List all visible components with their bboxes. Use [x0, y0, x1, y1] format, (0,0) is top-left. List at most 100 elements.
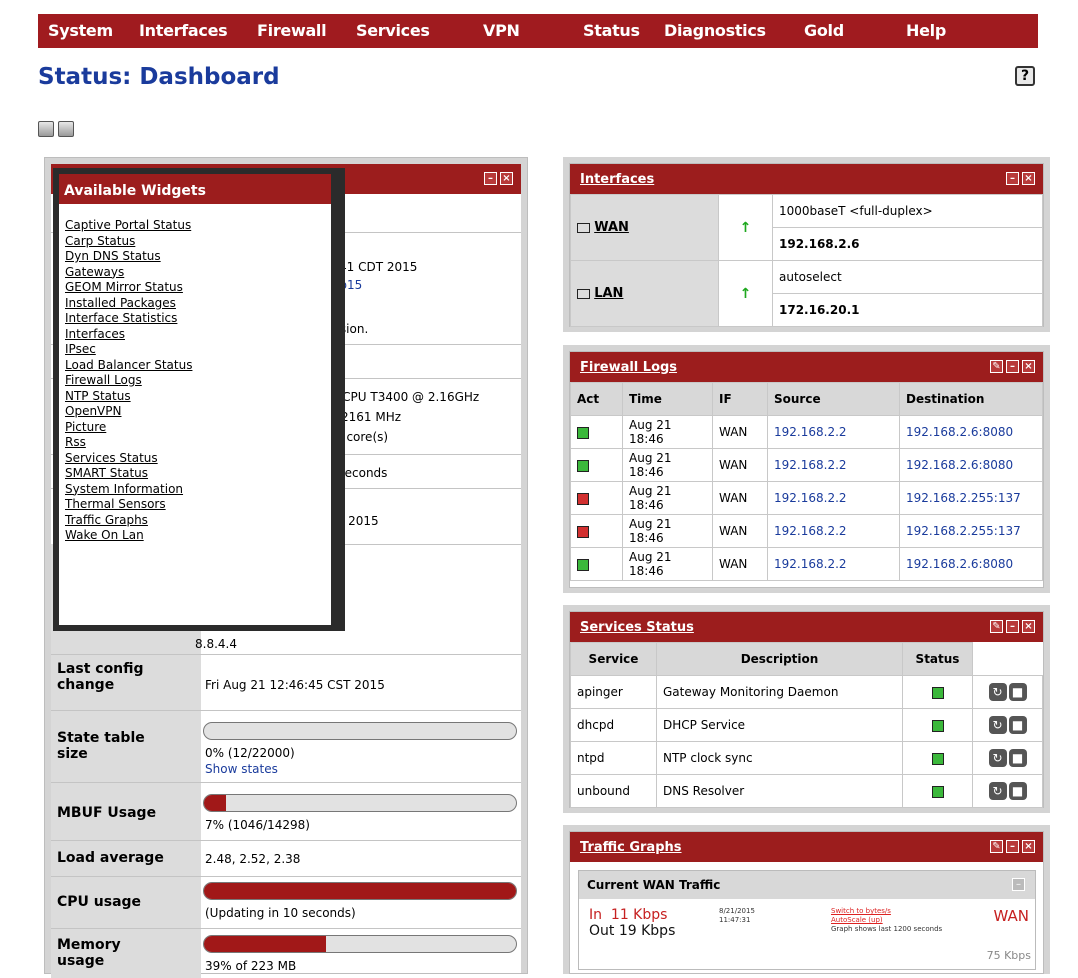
- nav-services[interactable]: Services: [356, 21, 430, 40]
- stop-icon[interactable]: ■: [1008, 716, 1027, 734]
- minimize-icon[interactable]: –: [1006, 620, 1019, 633]
- widget-option[interactable]: NTP Status: [65, 389, 192, 405]
- close-icon[interactable]: ×: [1022, 172, 1035, 185]
- configure-icon[interactable]: ✎: [990, 840, 1003, 853]
- page-title: Status: Dashboard: [38, 64, 280, 90]
- stop-icon[interactable]: ■: [1008, 782, 1027, 800]
- widget-option[interactable]: Interface Statistics: [65, 311, 192, 327]
- widget-option[interactable]: Picture: [65, 420, 192, 436]
- widget-option[interactable]: Installed Packages: [65, 296, 192, 312]
- minimize-icon[interactable]: –: [1006, 840, 1019, 853]
- restart-icon[interactable]: ↻: [988, 683, 1007, 701]
- col-description: Description: [656, 642, 903, 676]
- restart-icon[interactable]: ↻: [988, 749, 1007, 767]
- nav-status[interactable]: Status: [583, 21, 640, 40]
- nav-vpn[interactable]: VPN: [483, 21, 520, 40]
- service-description: NTP clock sync: [656, 741, 903, 775]
- widget-option[interactable]: Carp Status: [65, 234, 192, 250]
- log-source[interactable]: 192.168.2.2: [767, 448, 900, 482]
- load-average-label: Load average: [57, 850, 164, 866]
- log-time: Aug 21 18:46: [622, 547, 713, 581]
- close-icon[interactable]: ×: [1022, 620, 1035, 633]
- nav-interfaces[interactable]: Interfaces: [139, 21, 228, 40]
- cpu-usage-fill: [204, 883, 516, 899]
- log-time: Aug 21 18:46: [622, 514, 713, 548]
- pass-icon[interactable]: [570, 547, 623, 581]
- save-layout-icon[interactable]: [58, 121, 74, 137]
- traffic-graph-box: Current WAN Traffic – In 11 Kbps Out 19 …: [578, 870, 1036, 970]
- nav-help[interactable]: Help: [906, 21, 946, 40]
- restart-icon[interactable]: ↻: [988, 716, 1007, 734]
- close-icon[interactable]: ×: [500, 172, 513, 185]
- nav-gold[interactable]: Gold: [804, 21, 844, 40]
- log-destination[interactable]: 192.168.2.6:8080: [899, 415, 1043, 449]
- minimize-icon[interactable]: –: [1006, 360, 1019, 373]
- wan-ip: 192.168.2.6: [772, 227, 1043, 261]
- widget-option[interactable]: Traffic Graphs: [65, 513, 192, 529]
- log-destination[interactable]: 192.168.2.255:137: [899, 481, 1043, 515]
- widget-option[interactable]: Services Status: [65, 451, 192, 467]
- configure-icon[interactable]: ✎: [990, 360, 1003, 373]
- close-icon[interactable]: ×: [1022, 840, 1035, 853]
- configure-icon[interactable]: ✎: [990, 620, 1003, 633]
- widget-option[interactable]: SMART Status: [65, 466, 192, 482]
- mbuf-bar: [203, 794, 517, 812]
- switch-bytes-link[interactable]: Switch to bytes/s: [831, 907, 942, 916]
- log-destination[interactable]: 192.168.2.255:137: [899, 514, 1043, 548]
- interfaces-table: WAN ↑ 1000baseT <full-duplex> 192.168.2.…: [570, 194, 1043, 327]
- peek-cpu: l CPU T3400 @ 2.16GHz: [335, 390, 480, 404]
- firewall-logs-title[interactable]: Firewall Logs: [580, 360, 677, 375]
- load-average-value: 2.48, 2.52, 2.38: [205, 852, 301, 866]
- log-source[interactable]: 192.168.2.2: [767, 415, 900, 449]
- widget-option[interactable]: Wake On Lan: [65, 528, 192, 544]
- widget-option[interactable]: Gateways: [65, 265, 192, 281]
- log-destination[interactable]: 192.168.2.6:8080: [899, 448, 1043, 482]
- traffic-graphs-title[interactable]: Traffic Graphs: [580, 840, 682, 855]
- help-icon[interactable]: ?: [1015, 66, 1035, 86]
- widget-option[interactable]: Firewall Logs: [65, 373, 192, 389]
- interface-lan[interactable]: LAN: [570, 260, 719, 327]
- nav-diagnostics[interactable]: Diagnostics: [664, 21, 766, 40]
- add-widget-icon[interactable]: [38, 121, 54, 137]
- running-icon: [902, 741, 973, 775]
- interfaces-panel: Interfaces – × WAN ↑ 1000baseT <full-dup…: [563, 157, 1050, 332]
- stop-icon[interactable]: ■: [1008, 683, 1027, 701]
- pass-icon[interactable]: [570, 415, 623, 449]
- restart-icon[interactable]: ↻: [988, 782, 1007, 800]
- autoscale-link[interactable]: AutoScale (up): [831, 916, 942, 925]
- services-status-title[interactable]: Services Status: [580, 620, 694, 635]
- pass-icon[interactable]: [570, 448, 623, 482]
- widget-option[interactable]: Rss: [65, 435, 192, 451]
- widget-option[interactable]: GEOM Mirror Status: [65, 280, 192, 296]
- widget-option[interactable]: OpenVPN: [65, 404, 192, 420]
- log-source[interactable]: 192.168.2.2: [767, 514, 900, 548]
- cpu-usage-label: CPU usage: [57, 894, 142, 910]
- show-states-link[interactable]: Show states: [205, 762, 278, 776]
- stop-icon[interactable]: ■: [1008, 749, 1027, 767]
- log-destination[interactable]: 192.168.2.6:8080: [899, 547, 1043, 581]
- interface-wan[interactable]: WAN: [570, 194, 719, 261]
- block-icon[interactable]: [570, 514, 623, 548]
- mbuf-value: 7% (1046/14298): [205, 818, 310, 832]
- log-source[interactable]: 192.168.2.2: [767, 547, 900, 581]
- nav-firewall[interactable]: Firewall: [257, 21, 327, 40]
- wan-media: 1000baseT <full-duplex>: [772, 194, 1043, 228]
- widget-option[interactable]: System Information: [65, 482, 192, 498]
- block-icon[interactable]: [570, 481, 623, 515]
- widget-option[interactable]: IPsec: [65, 342, 192, 358]
- table-row: unbound DNS Resolver ↻ ■: [570, 774, 1043, 808]
- close-icon[interactable]: ×: [1022, 360, 1035, 373]
- widget-option[interactable]: Thermal Sensors: [65, 497, 192, 513]
- widget-option[interactable]: Interfaces: [65, 327, 192, 343]
- nav-system[interactable]: System: [48, 21, 113, 40]
- minimize-icon[interactable]: –: [1006, 172, 1019, 185]
- lan-ip: 172.16.20.1: [772, 293, 1043, 327]
- widget-option[interactable]: Dyn DNS Status: [65, 249, 192, 265]
- minimize-icon[interactable]: –: [484, 172, 497, 185]
- interfaces-title[interactable]: Interfaces: [580, 172, 654, 187]
- minimize-icon[interactable]: –: [1012, 878, 1025, 891]
- widget-option[interactable]: Captive Portal Status: [65, 218, 192, 234]
- widget-option[interactable]: Load Balancer Status: [65, 358, 192, 374]
- service-description: DNS Resolver: [656, 774, 903, 808]
- log-source[interactable]: 192.168.2.2: [767, 481, 900, 515]
